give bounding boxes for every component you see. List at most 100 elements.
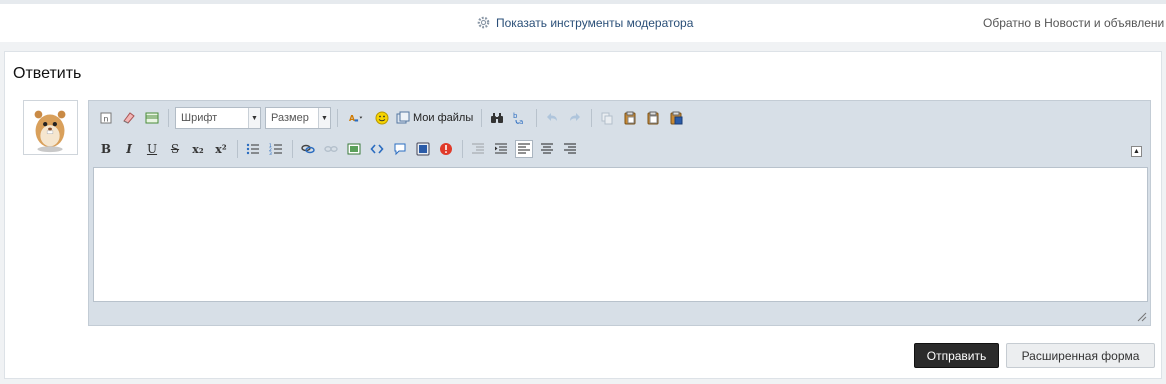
paste-text-button[interactable] — [644, 109, 662, 127]
toolbar-separator — [337, 109, 338, 127]
smiley-button[interactable] — [373, 109, 391, 127]
font-color-icon: A — [349, 114, 363, 123]
bold-button[interactable]: B — [97, 140, 115, 158]
toolbar-separator — [591, 109, 593, 127]
redo-button[interactable] — [566, 109, 584, 127]
toolbar-separator — [481, 109, 483, 127]
insert-rule-button[interactable] — [143, 109, 161, 127]
strikethrough-button[interactable]: S — [166, 140, 184, 158]
align-left-button[interactable] — [515, 140, 533, 158]
outdent-icon — [472, 143, 484, 154]
toolbar-row-1: n Шрифт ▼ Размер ▼ A Мои файлы b a — [97, 106, 690, 130]
insert-quote-button[interactable] — [391, 140, 409, 158]
insert-link-button[interactable] — [299, 140, 317, 158]
insert-video-button[interactable] — [414, 140, 432, 158]
paste-word-button[interactable] — [667, 109, 685, 127]
toolbar-separator — [536, 109, 538, 127]
link-icon — [301, 144, 315, 154]
toolbar-separator — [462, 140, 463, 158]
superscript-button[interactable]: x² — [212, 140, 230, 158]
resize-handle-icon[interactable] — [1137, 312, 1147, 322]
rich-text-editor: n Шрифт ▼ Размер ▼ A Мои файлы b a B I U… — [88, 100, 1151, 326]
moderator-tools-link[interactable]: Показать инструменты модератора — [476, 15, 693, 30]
unlink-icon — [324, 145, 338, 152]
indent-button[interactable] — [492, 140, 510, 158]
message-textarea[interactable] — [93, 167, 1148, 302]
insert-image-button[interactable] — [345, 140, 363, 158]
subscript-button[interactable]: x₂ — [189, 140, 207, 158]
remove-link-button[interactable] — [322, 140, 340, 158]
size-select[interactable]: Размер ▼ — [265, 107, 331, 129]
binoculars-icon — [491, 113, 504, 123]
chevron-down-icon: ▼ — [248, 108, 260, 128]
my-files-button[interactable]: Мои файлы — [396, 111, 473, 125]
find-button[interactable] — [488, 109, 506, 127]
warning-icon — [440, 143, 452, 155]
insert-code-button[interactable] — [368, 140, 386, 158]
gear-icon — [477, 16, 490, 29]
bullet-list-icon — [246, 143, 259, 155]
video-icon — [416, 142, 430, 156]
code-icon — [370, 144, 384, 154]
svg-text:n: n — [104, 115, 109, 124]
replace-button[interactable]: ba — [511, 109, 529, 127]
font-color-button[interactable]: A — [344, 109, 368, 127]
smiley-icon — [375, 111, 389, 125]
toolbar-row-2: B I U S x₂ x² 123 — [97, 137, 584, 161]
moderator-tools-label: Показать инструменты модератора — [496, 15, 694, 30]
paste-text-icon — [647, 111, 659, 125]
top-bar: Показать инструменты модератора Обратно … — [0, 4, 1166, 42]
files-icon — [396, 111, 410, 124]
replace-icon: ba — [513, 112, 523, 125]
reply-panel: Ответить n Шрифт ▼ Размер ▼ A Мои файлы … — [4, 51, 1162, 379]
eraser-button[interactable] — [120, 109, 138, 127]
align-right-button[interactable] — [561, 140, 579, 158]
copy-button[interactable] — [598, 109, 616, 127]
spoiler-button[interactable] — [437, 140, 455, 158]
font-select[interactable]: Шрифт ▼ — [175, 107, 261, 129]
collapse-toolbar-button[interactable]: ▲ — [1131, 146, 1142, 157]
my-files-label: Мои файлы — [413, 112, 474, 124]
align-center-button[interactable] — [538, 140, 556, 158]
extended-form-button[interactable]: Расширенная форма — [1006, 343, 1155, 368]
svg-text:A: A — [349, 114, 355, 123]
chevron-down-icon: ▼ — [318, 108, 330, 128]
font-select-value: Шрифт — [181, 112, 218, 124]
paste-button[interactable] — [621, 109, 639, 127]
format-icon: n — [100, 112, 112, 124]
toolbar-separator — [237, 140, 238, 158]
italic-button[interactable]: I — [120, 140, 138, 158]
paste-icon — [624, 111, 636, 125]
align-center-icon — [541, 143, 553, 154]
collapse-arrow-icon: ▲ — [1133, 148, 1140, 155]
eraser-icon — [123, 112, 135, 124]
quote-icon — [394, 143, 406, 156]
outdent-button[interactable] — [469, 140, 487, 158]
toolbar-separator — [292, 140, 293, 158]
send-button[interactable]: Отправить — [914, 343, 999, 368]
indent-icon — [495, 143, 507, 154]
remove-format-button[interactable]: n — [97, 109, 115, 127]
numbered-list-icon: 123 — [269, 143, 282, 156]
toolbar-separator — [168, 109, 169, 127]
bulleted-list-button[interactable] — [244, 140, 262, 158]
size-select-value: Размер — [271, 112, 309, 124]
underline-button[interactable]: U — [143, 140, 161, 158]
reply-title: Ответить — [13, 65, 82, 82]
svg-text:b: b — [513, 112, 518, 120]
image-icon — [347, 143, 361, 155]
align-left-icon — [518, 143, 530, 154]
hamster-avatar-image — [34, 110, 66, 153]
undo-icon — [547, 113, 558, 121]
redo-icon — [570, 113, 581, 121]
undo-button[interactable] — [543, 109, 561, 127]
svg-text:a: a — [519, 118, 523, 125]
align-right-icon — [564, 143, 576, 154]
table-icon — [145, 112, 159, 124]
copy-icon — [601, 112, 613, 125]
numbered-list-button[interactable]: 123 — [267, 140, 285, 158]
avatar — [23, 100, 78, 155]
paste-word-icon — [670, 111, 683, 125]
back-to-forum-link[interactable]: Обратно в Новости и объявлени — [983, 16, 1164, 30]
svg-text:3: 3 — [269, 151, 272, 156]
